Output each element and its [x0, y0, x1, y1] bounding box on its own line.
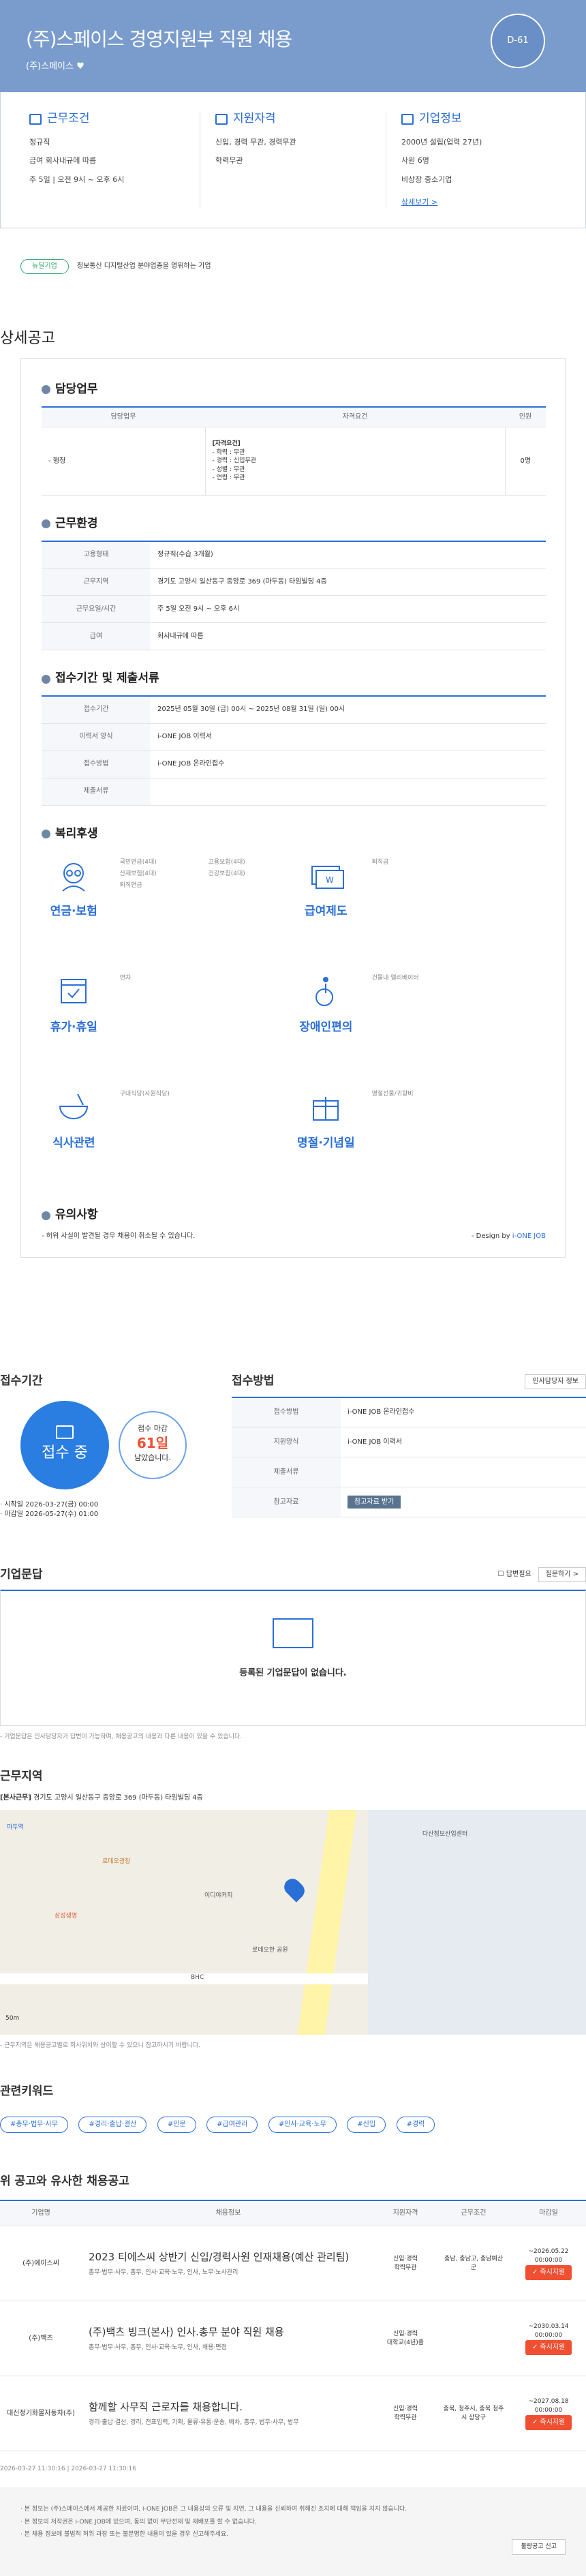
insurance-icon [62, 863, 85, 892]
keyword-tag[interactable]: #인사·교육·노무 [268, 2117, 337, 2134]
welfare-item: 식사관련 구내식당(사원식당) [52, 1091, 170, 1150]
newdeal-badge: 뉴딜기업 [20, 259, 69, 274]
svg-text:W: W [326, 875, 334, 885]
envelope-icon [273, 1618, 313, 1649]
summary-panel: 근무조건 정규직 급여 회사내규에 따름 주 5일 | 오전 9시 ~ 오후 6… [0, 92, 586, 228]
location-section: 근무지역 [본사근무] 경기도 고양시 일산동구 중앙로 369 (마두동) 타… [0, 1769, 586, 2050]
map[interactable]: 마두역 로데오광장 삼성생명 이디야커피 다산정보산업센터 로데오한 공원 BH… [0, 1809, 586, 2035]
job-link[interactable]: 2023 티에스씨 상반기 신입/경력사원 인재채용(예산 관리팀) [89, 2250, 368, 2264]
duty-table: 담당업무 자격요건 인원 - 행정 [자격요건] - 학력 : 무관 - 경력 : … [42, 406, 546, 496]
bullet-icon [42, 830, 50, 839]
map-scale: 50m [5, 2014, 20, 2022]
period-panel: 접수기간 접수 중 접수 마감 61일 남았습니다. · 시작일 2026-03… [0, 1374, 232, 1519]
remain-circle: 접수 마감 61일 남았습니다. [119, 1410, 187, 1479]
rice-bowl-icon [59, 1094, 89, 1120]
dday-badge: D-61 [491, 14, 545, 68]
ask-question-button[interactable]: 질문하기 > [538, 1567, 586, 1583]
similar-table: 기업명 채용정보 지원자격 근무조건 마감일 (주)에이스씨 2023 티에스씨 상반기… [0, 2199, 586, 2452]
work-conditions: 근무조건 정규직 급여 회사내규에 따름 주 5일 | 오전 9시 ~ 오후 6… [14, 111, 200, 209]
welfare-item: 장애인편의 건물내 엘리베이터 [299, 975, 419, 1034]
tagline: 뉴딜기업 정보통신 디지털산업 분야업종을 영위하는 기업 [20, 259, 566, 274]
welfare-item: 휴가·휴일 연차 [50, 975, 132, 1034]
welfare-item: 명절·기념일 명절선물/귀향비 [296, 1091, 414, 1150]
qa-empty-box: 등록된 기업문답이 없습니다. [0, 1590, 586, 1727]
table-row[interactable]: 대신정기화물자동차(주) 함께할 사무직 근로자를 채용합니다. 경리·출납·결산… [0, 2376, 586, 2452]
keyword-tag[interactable]: #총무·법무·사무 [0, 2117, 68, 2134]
job-link[interactable]: (주)백츠 빙크(본사) 인사.총무 분야 직원 채용 [89, 2325, 368, 2339]
table-row[interactable]: (주)에이스씨 2023 티에스씨 상반기 신입/경력사원 인재채용(예산 관리… [0, 2226, 586, 2302]
apply-button[interactable]: ✓ 즉시지원 [525, 2414, 572, 2430]
company-detail-link[interactable]: 상세보기 > [401, 198, 437, 207]
detail-section-title: 상세공고 [0, 330, 55, 347]
bullet-icon [42, 519, 50, 529]
footer-notice: · 본 정보는 (주)스페이스에서 제공한 자료이며, i-ONE JOB은 그… [0, 2487, 586, 2576]
table-row[interactable]: (주)백츠 (주)백츠 빙크(본사) 인사.총무 분야 직원 채용 총무·법무·사… [0, 2301, 586, 2377]
list-icon [215, 113, 228, 125]
answer-needed-checkbox[interactable]: ☐ 답변필요 [498, 1570, 531, 1579]
heart-icon[interactable]: ♥ [76, 61, 84, 72]
wheelchair-icon [315, 977, 334, 1007]
welfare-grid: 연금·보험 국민연금(4대) 고용보험(4대) 산재보험(4대) 건강보험(4대) 퇴직… [42, 850, 546, 1198]
company-info: 기업정보 2000년 설립(업력 27년) 사원 6명 비상장 중소기업 상세보… [401, 112, 482, 207]
keywords-section: 관련키워드 #총무·법무·사무 #경리·출납·결산 #인문 #급여관리 #인사·… [0, 2084, 586, 2134]
period-method: 접수기간 접수 중 접수 마감 61일 남았습니다. · 시작일 2026-03… [0, 1374, 586, 1519]
design-link[interactable]: i-ONE JOB [512, 1232, 546, 1240]
keyword-tag[interactable]: #경력 [396, 2117, 435, 2134]
download-ref-button[interactable]: 참고자료 받기 [348, 1495, 401, 1509]
book-icon [56, 1425, 74, 1440]
hr-info-button[interactable]: 인사담당자 정보 [525, 1374, 586, 1389]
bullet-icon [42, 385, 50, 395]
building-icon [401, 113, 414, 125]
map-pin-icon [281, 1875, 308, 1903]
gift-icon [313, 1097, 339, 1121]
keyword-tag[interactable]: #급여관리 [206, 2117, 258, 2134]
similar-section: 위 공고와 유사한 채용공고 기업명 채용정보 지원자격 근무조건 마감일 (주)에이스… [0, 2174, 586, 2452]
calendar-icon [61, 979, 87, 1004]
welfare-item: 연금·보험 국민연금(4대) 고용보험(4대) 산재보험(4대) 건강보험(4대) 퇴직… [50, 859, 245, 918]
method-panel: 접수방법 인사담당자 정보 접수방법 i-ONE JOB 온라인접수 지원양식 i-… [232, 1374, 586, 1519]
apply-button[interactable]: ✓ 즉시지원 [525, 2339, 572, 2355]
job-title: (주)스페이스 경영지원부 직원 채용 [26, 28, 292, 50]
detail-box: 담당업무 담당업무 자격요건 인원 - 행정 [자격요건] - 학력 : 무관 - … [20, 357, 566, 1258]
qa-section: 기업문답 ☐ 답변필요 질문하기 > 등록된 기업문답이 없습니다. - 기업문… [0, 1567, 586, 1742]
keyword-tag[interactable]: #인문 [157, 2117, 196, 2134]
apply-button[interactable]: ✓ 즉시지원 [525, 2264, 572, 2280]
env-table: 고용형태 정규직(수습 3개월) 근무지역 경기도 고양시 일산동구 중앙로 369… [42, 540, 546, 651]
salary-icon: W [311, 866, 345, 890]
company-name[interactable]: (주)스페이스 ♥ [26, 61, 560, 73]
job-link[interactable]: 함께할 사무직 근로자를 채용합니다. [89, 2400, 368, 2414]
apply-table: 접수기간 2025년 05월 30일 (금) 00시 ~ 2025년 08월 31… [42, 695, 546, 806]
qualifications: 지원자격 신입, 경력 무관, 경력무관 학력무관 [200, 111, 386, 209]
keyword-tag[interactable]: #경리·출납·결산 [78, 2117, 147, 2134]
report-button[interactable]: 불량공고 신고 [512, 2539, 566, 2555]
document-icon [29, 113, 42, 125]
bullet-icon [42, 674, 50, 684]
status-circle: 접수 중 [20, 1400, 109, 1489]
bullet-icon [42, 1211, 50, 1220]
job-header: (주)스페이스 경영지원부 직원 채용 (주)스페이스 ♥ D-61 [0, 0, 586, 92]
welfare-item: W 급여제도 퇴직금 [305, 859, 389, 918]
keyword-tag[interactable]: #신입 [347, 2117, 386, 2134]
method-table: 접수방법 i-ONE JOB 온라인접수 지원양식 i-ONE JOB 이력서 제출… [232, 1396, 586, 1518]
footer-date: 2026-03-27 11:30:16 | 2026-03-27 11:30:1… [0, 2466, 136, 2473]
